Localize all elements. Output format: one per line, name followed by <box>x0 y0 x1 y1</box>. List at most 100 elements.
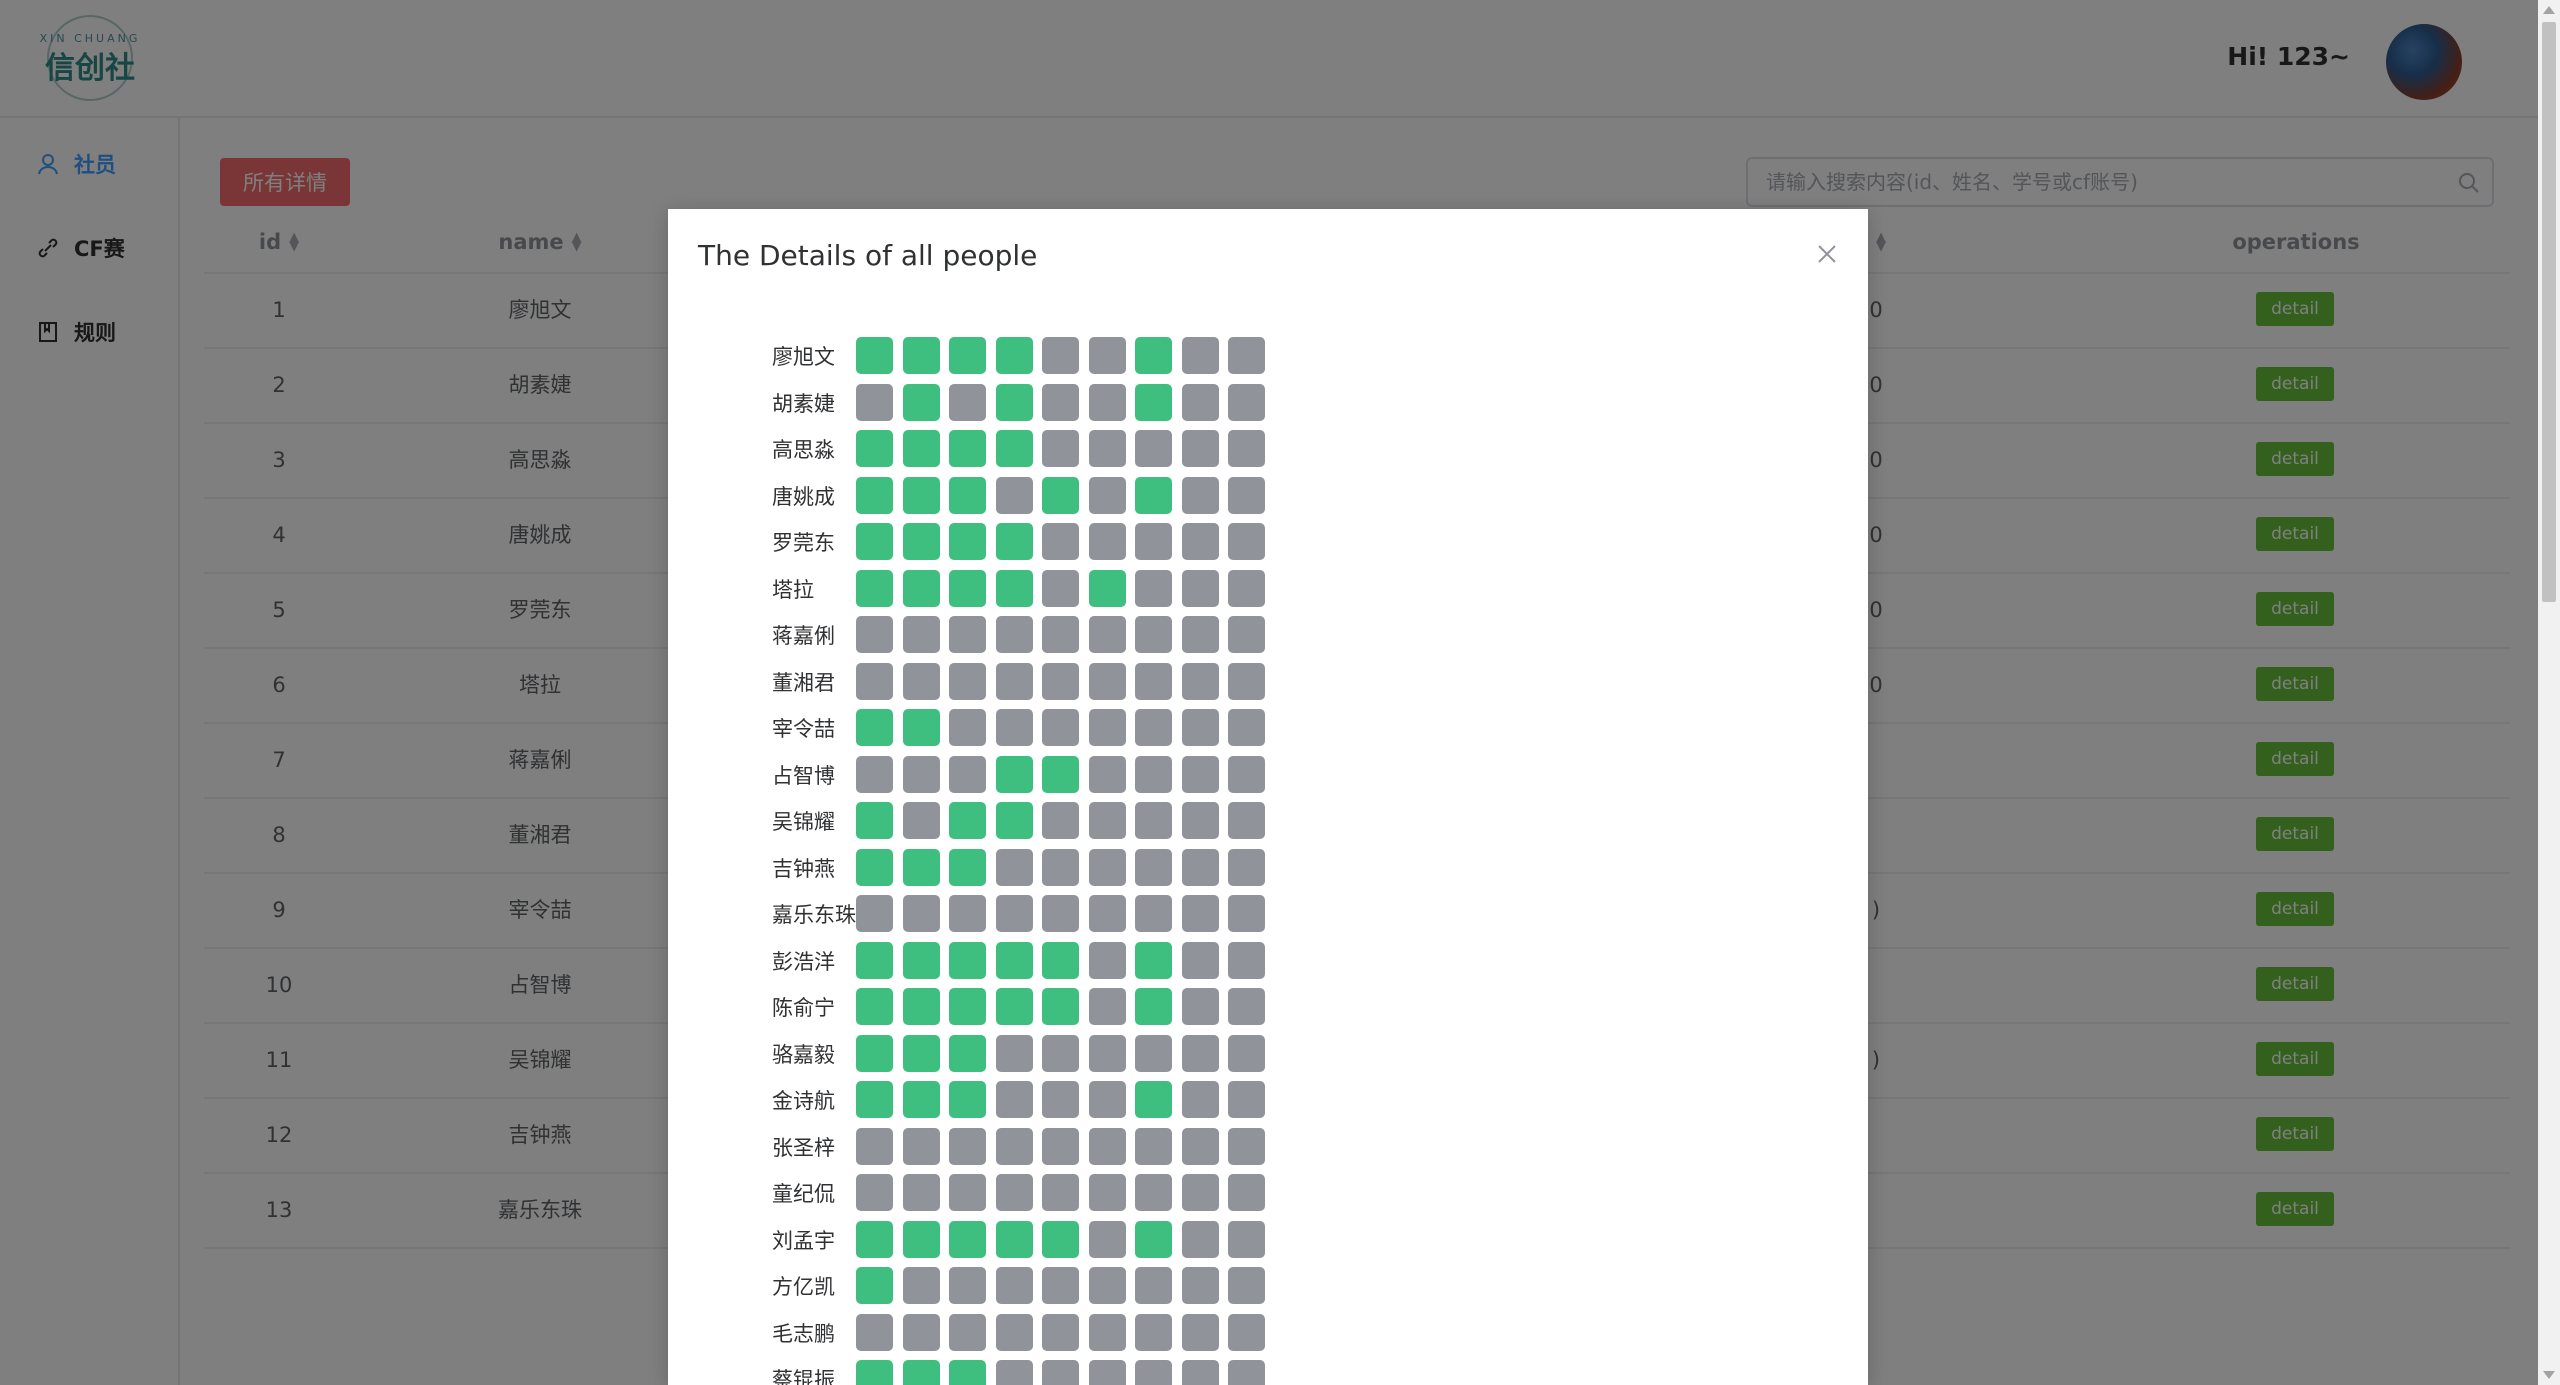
status-cell-complete <box>856 523 893 560</box>
status-cell-incomplete <box>1181 988 1219 1025</box>
status-cell-incomplete <box>902 1313 940 1351</box>
person-name: 吴锦耀 <box>772 810 835 834</box>
status-cell-incomplete <box>1135 1034 1172 1072</box>
status-cell-complete <box>995 523 1033 560</box>
status-cell-complete <box>856 848 893 886</box>
status-cell-incomplete <box>1088 1220 1126 1258</box>
status-cell-incomplete <box>949 755 986 793</box>
person-name: 吉钟燕 <box>772 856 835 881</box>
status-cell-complete <box>902 569 940 607</box>
status-cell-incomplete <box>995 1081 1033 1118</box>
status-cell-complete <box>1042 476 1079 514</box>
person-name: 塔拉 <box>772 577 814 602</box>
status-cell-incomplete <box>1042 1267 1079 1304</box>
status-cell-incomplete <box>1088 430 1126 467</box>
status-cell-incomplete <box>1181 662 1219 700</box>
status-cell-complete <box>1135 476 1172 514</box>
status-cell-complete <box>1042 1220 1079 1258</box>
status-cell-incomplete <box>1181 755 1219 793</box>
status-cell-incomplete <box>902 1127 940 1165</box>
status-cell-incomplete <box>856 1313 893 1351</box>
status-cell-incomplete <box>1042 662 1079 700</box>
scroll-down-arrow-icon[interactable] <box>2543 1371 2555 1379</box>
status-cell-incomplete <box>995 1313 1033 1351</box>
person-name: 彭浩洋 <box>772 949 835 974</box>
status-cell-incomplete <box>1135 430 1172 467</box>
status-cell-incomplete <box>1088 476 1126 514</box>
status-cell-incomplete <box>1042 616 1079 653</box>
status-cell-incomplete <box>1228 1313 1265 1351</box>
status-cell-incomplete <box>902 895 940 932</box>
person-name: 胡素婕 <box>772 391 835 416</box>
status-cell-complete <box>995 430 1033 467</box>
status-cell-complete <box>949 337 986 374</box>
status-cell-incomplete <box>856 1174 893 1211</box>
status-cell-incomplete <box>1042 1174 1079 1211</box>
status-cell-incomplete <box>1135 802 1172 839</box>
status-cell-incomplete <box>1228 848 1265 886</box>
status-cell-incomplete <box>1042 1313 1079 1351</box>
status-cell-complete <box>949 848 986 886</box>
status-cell-complete <box>949 1034 986 1072</box>
status-cell-complete <box>949 1081 986 1118</box>
status-cell-incomplete <box>1088 848 1126 886</box>
person-name: 宰令喆 <box>772 717 835 741</box>
status-cell-incomplete <box>1135 1127 1172 1165</box>
status-cell-incomplete <box>995 709 1033 746</box>
scrollbar-thumb[interactable] <box>2542 22 2556 602</box>
status-cell-incomplete <box>902 1174 940 1211</box>
status-cell-complete <box>856 430 893 467</box>
status-cell-incomplete <box>1228 616 1265 653</box>
status-cell-incomplete <box>856 1127 893 1165</box>
status-cell-incomplete <box>1042 1081 1079 1118</box>
status-cell-incomplete <box>949 1313 986 1351</box>
status-cell-incomplete <box>902 662 940 700</box>
status-cell-incomplete <box>1181 1360 1219 1385</box>
status-cell-incomplete <box>1181 848 1219 886</box>
person-name: 蔡锟振 <box>772 1368 835 1385</box>
status-cell-incomplete <box>949 1267 986 1304</box>
status-cell-incomplete <box>995 1267 1033 1304</box>
status-cell-complete <box>856 988 893 1025</box>
status-cell-incomplete <box>1088 523 1126 560</box>
status-cell-complete <box>902 1220 940 1258</box>
person-name: 童纪侃 <box>772 1182 835 1206</box>
status-cell-incomplete <box>856 895 893 932</box>
status-cell-incomplete <box>1181 337 1219 374</box>
status-cell-incomplete <box>902 802 940 839</box>
status-cell-incomplete <box>949 895 986 932</box>
status-cell-complete <box>1135 383 1172 421</box>
status-cell-incomplete <box>1228 709 1265 746</box>
page-scrollbar[interactable] <box>2538 0 2560 1385</box>
person-name: 廖旭文 <box>772 345 835 369</box>
status-cell-incomplete <box>1181 616 1219 653</box>
status-cell-complete <box>902 1360 940 1385</box>
status-cell-incomplete <box>1135 1174 1172 1211</box>
status-cell-incomplete <box>1135 1313 1172 1351</box>
status-cell-incomplete <box>1228 569 1265 607</box>
status-cell-incomplete <box>1228 430 1265 467</box>
close-icon[interactable] <box>1816 243 1838 265</box>
status-cell-incomplete <box>1042 802 1079 839</box>
scroll-up-arrow-icon[interactable] <box>2543 6 2555 14</box>
status-cell-complete <box>995 941 1033 979</box>
status-cell-incomplete <box>1042 848 1079 886</box>
status-cell-complete <box>902 848 940 886</box>
status-cell-complete <box>856 1034 893 1072</box>
status-cell-complete <box>1135 988 1172 1025</box>
status-cell-incomplete <box>856 383 893 421</box>
status-cell-incomplete <box>1042 709 1079 746</box>
status-cell-complete <box>856 802 893 839</box>
status-cell-incomplete <box>1181 476 1219 514</box>
status-cell-incomplete <box>1135 616 1172 653</box>
status-cell-incomplete <box>1228 1081 1265 1118</box>
person-name: 陈俞宁 <box>772 996 835 1020</box>
status-cell-incomplete <box>995 1360 1033 1385</box>
person-name: 骆嘉毅 <box>772 1042 835 1067</box>
person-name: 董湘君 <box>772 670 835 695</box>
status-cell-incomplete <box>1181 1127 1219 1165</box>
status-cell-incomplete <box>1228 1034 1265 1072</box>
status-cell-complete <box>856 337 893 374</box>
status-cell-complete <box>1135 337 1172 374</box>
status-cell-complete <box>856 709 893 746</box>
